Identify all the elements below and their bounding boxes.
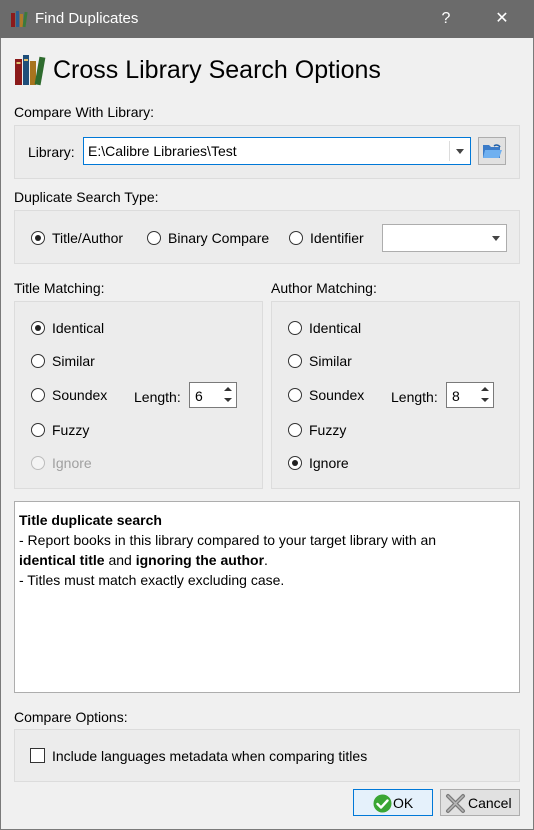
title-matching-group: Identical Similar Soundex Length: 6 Fuzz…	[14, 301, 263, 489]
search-type-group: Title/Author Binary Compare Identifier	[14, 210, 520, 264]
title-author-label[interactable]: Title/Author	[52, 230, 123, 246]
cancel-label: Cancel	[468, 795, 512, 811]
title-length-label: Length:	[134, 389, 181, 405]
author-matching-label: Author Matching:	[271, 280, 377, 296]
title-ignore-label: Ignore	[52, 455, 92, 471]
library-combobox[interactable]: E:\Calibre Libraries\Test	[83, 137, 471, 165]
cancel-x-icon	[446, 794, 465, 813]
page-title: Cross Library Search Options	[53, 56, 381, 84]
author-ignore-radio[interactable]	[288, 456, 302, 470]
description-bold-2: ignoring the author	[135, 552, 265, 568]
description-line-1: - Report books in this library compared …	[19, 532, 437, 548]
chevron-down-icon[interactable]	[486, 225, 506, 251]
author-length-value: 8	[452, 388, 460, 404]
ok-button[interactable]: OK	[353, 789, 433, 816]
ok-label: OK	[393, 795, 414, 811]
author-ignore-label[interactable]: Ignore	[309, 455, 349, 471]
compare-options-group: Include languages metadata when comparin…	[14, 729, 520, 782]
description-bold-1: identical title	[19, 552, 105, 568]
library-value: E:\Calibre Libraries\Test	[88, 143, 237, 159]
help-button[interactable]: ?	[424, 0, 468, 38]
identifier-label[interactable]: Identifier	[310, 230, 364, 246]
window-title: Find Duplicates	[35, 10, 139, 27]
author-fuzzy-label[interactable]: Fuzzy	[309, 422, 346, 438]
title-author-radio[interactable]	[31, 231, 45, 245]
compare-with-library-group: Library: E:\Calibre Libraries\Test	[14, 125, 520, 179]
binary-compare-label[interactable]: Binary Compare	[168, 230, 269, 246]
title-length-value: 6	[195, 388, 203, 404]
browse-library-button[interactable]	[478, 137, 506, 165]
spin-down-icon[interactable]	[478, 395, 492, 406]
author-similar-label[interactable]: Similar	[309, 353, 352, 369]
binary-compare-radio[interactable]	[147, 231, 161, 245]
compare-options-label: Compare Options:	[14, 709, 128, 725]
compare-with-library-label: Compare With Library:	[14, 104, 155, 120]
open-folder-icon	[483, 144, 502, 158]
identifier-radio[interactable]	[289, 231, 303, 245]
title-identical-radio[interactable]	[31, 321, 45, 335]
close-button[interactable]: ✕	[480, 0, 524, 38]
books-icon	[15, 55, 46, 86]
include-languages-label[interactable]: Include languages metadata when comparin…	[52, 748, 367, 764]
include-languages-checkbox[interactable]	[30, 748, 45, 763]
author-matching-group: Identical Similar Soundex Length: 8 Fuzz…	[271, 301, 520, 489]
spin-down-icon[interactable]	[221, 395, 235, 406]
chevron-down-icon[interactable]	[450, 138, 470, 164]
cancel-button[interactable]: Cancel	[440, 789, 520, 816]
author-soundex-label[interactable]: Soundex	[309, 387, 364, 403]
author-identical-radio[interactable]	[288, 321, 302, 335]
description-mid: and	[104, 552, 136, 568]
title-fuzzy-radio[interactable]	[31, 423, 45, 437]
identifier-combobox[interactable]	[382, 224, 507, 252]
title-matching-label: Title Matching:	[14, 280, 105, 296]
window-titlebar: Find Duplicates ? ✕	[0, 0, 534, 38]
spin-up-icon[interactable]	[221, 384, 235, 395]
author-similar-radio[interactable]	[288, 354, 302, 368]
title-soundex-radio[interactable]	[31, 388, 45, 402]
author-identical-label[interactable]: Identical	[309, 320, 361, 336]
check-icon	[373, 794, 392, 813]
spin-up-icon[interactable]	[478, 384, 492, 395]
title-fuzzy-label[interactable]: Fuzzy	[52, 422, 89, 438]
description-heading: Title duplicate search	[19, 512, 162, 528]
title-length-spinbox[interactable]: 6	[189, 382, 237, 408]
title-similar-label[interactable]: Similar	[52, 353, 95, 369]
title-similar-radio[interactable]	[31, 354, 45, 368]
title-soundex-label[interactable]: Soundex	[52, 387, 107, 403]
books-icon	[11, 11, 28, 28]
author-length-spinbox[interactable]: 8	[446, 382, 494, 408]
author-fuzzy-radio[interactable]	[288, 423, 302, 437]
title-identical-label[interactable]: Identical	[52, 320, 104, 336]
library-label: Library:	[28, 144, 75, 160]
title-ignore-radio	[31, 456, 45, 470]
description-line-3: - Titles must match exactly excluding ca…	[19, 572, 285, 588]
author-soundex-radio[interactable]	[288, 388, 302, 402]
description-line-2: identical title and ignoring the author.	[19, 550, 515, 570]
description-end: .	[264, 552, 268, 568]
search-type-label: Duplicate Search Type:	[14, 189, 159, 205]
search-description: Title duplicate search - Report books in…	[14, 501, 520, 693]
author-length-label: Length:	[391, 389, 438, 405]
